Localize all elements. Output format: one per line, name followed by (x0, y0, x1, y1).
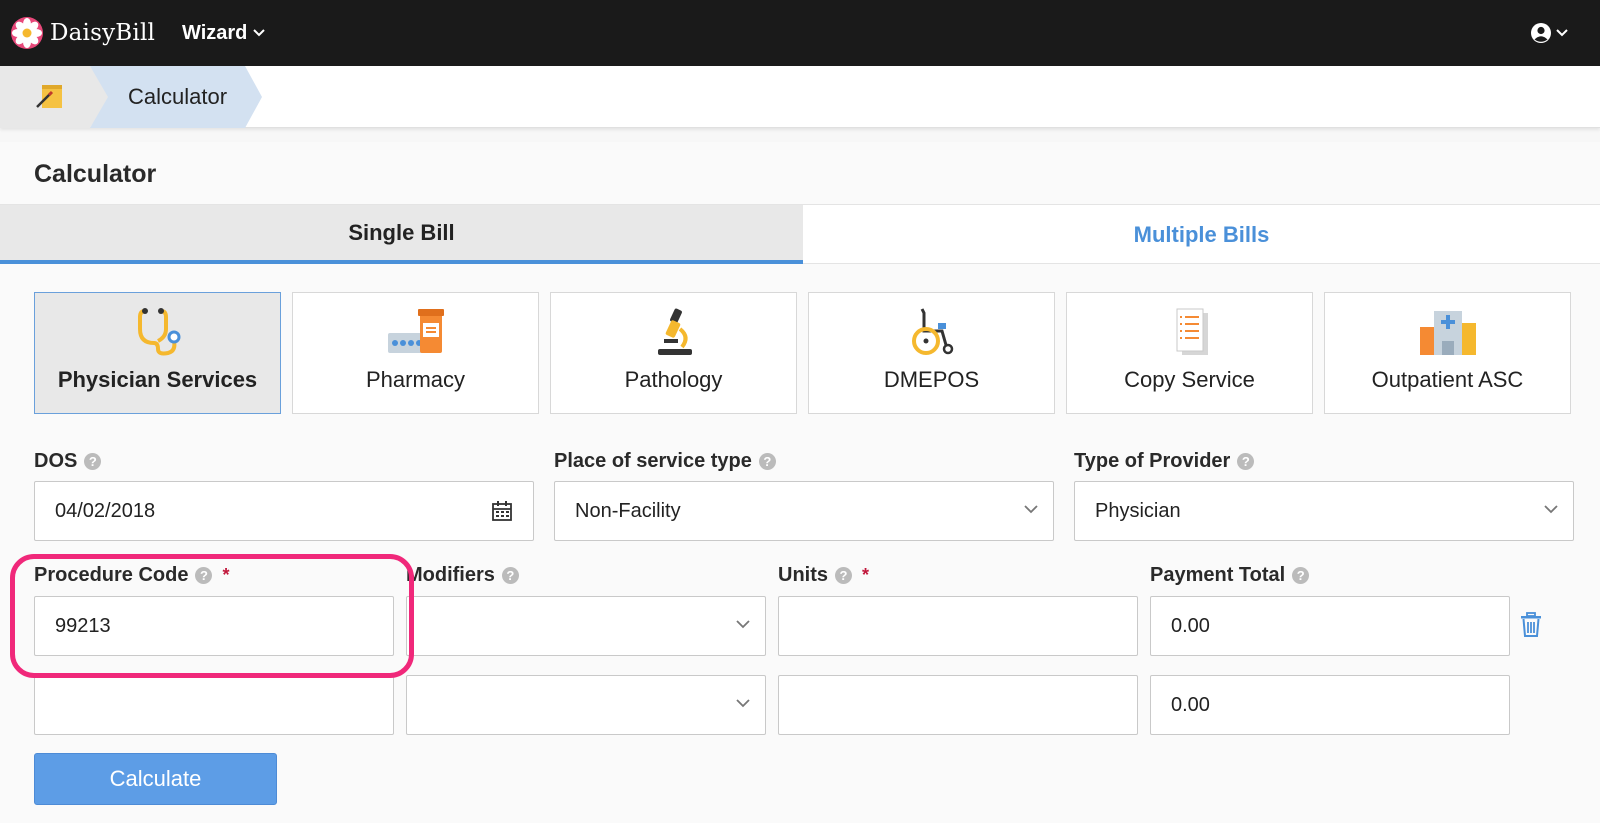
procedure-code-input[interactable]: 99213 (34, 596, 394, 656)
category-physician-services[interactable]: Physician Services (34, 292, 281, 414)
procedure-code-value: 99213 (55, 614, 111, 637)
daisy-logo-icon (11, 17, 43, 49)
top-navbar: DaisyBill Wizard (0, 0, 1600, 66)
category-copy-service[interactable]: Copy Service (1066, 292, 1313, 414)
chevron-down-icon (1544, 505, 1558, 514)
breadcrumb-current-label: Calculator (128, 84, 228, 109)
chevron-down-icon (1556, 29, 1568, 37)
stethoscope-icon (137, 308, 180, 356)
payment-total-value: 0.00 (1171, 693, 1210, 716)
tab-multiple-bills[interactable]: Multiple Bills (803, 205, 1600, 264)
payment-total-value: 0.00 (1171, 614, 1210, 637)
provider-type-label: Type of Provider ? (1074, 450, 1255, 473)
category-label: Copy Service (1124, 367, 1255, 392)
dos-label: DOS ? (34, 450, 102, 473)
modifiers-label: Modifiers ? (406, 564, 519, 587)
tab-single-bill[interactable]: Single Bill (0, 205, 803, 264)
category-label: DMEPOS (883, 367, 980, 392)
payment-total-field[interactable]: 0.00 (1150, 596, 1510, 656)
note-pencil-icon (36, 85, 62, 108)
payment-total-field[interactable]: 0.00 (1150, 675, 1510, 735)
category-label: Physician Services (57, 367, 258, 392)
units-label-text: Units (778, 564, 828, 586)
document-copy-icon (1176, 308, 1208, 355)
procedure-code-label-text: Procedure Code (34, 564, 189, 586)
tab-single-bill-label: Single Bill (348, 219, 455, 245)
category-pathology[interactable]: Pathology (550, 292, 797, 414)
category-dmepos[interactable]: DMEPOS (808, 292, 1055, 414)
pharmacy-icon (387, 309, 444, 353)
brand[interactable]: DaisyBill (10, 14, 155, 52)
category-label: Outpatient ASC (1371, 367, 1524, 392)
units-label: Units ? * (778, 564, 869, 587)
page-title: Calculator (34, 160, 157, 188)
modifiers-label-text: Modifiers (406, 564, 495, 586)
provider-type-value: Physician (1095, 499, 1181, 522)
place-of-service-label-text: Place of service type (554, 450, 752, 472)
help-icon[interactable]: ? (1237, 453, 1255, 470)
chevron-down-icon (1024, 505, 1038, 514)
help-icon[interactable]: ? (195, 567, 213, 584)
help-icon[interactable]: ? (84, 453, 102, 470)
category-label: Pharmacy (365, 367, 466, 392)
microscope-icon (657, 308, 692, 355)
place-of-service-value: Non-Facility (575, 499, 681, 522)
required-mark: * (862, 565, 870, 585)
required-mark: * (222, 565, 230, 585)
help-icon[interactable]: ? (501, 567, 519, 584)
tab-multiple-bills-label: Multiple Bills (1133, 221, 1270, 247)
chevron-down-icon (736, 699, 750, 708)
dos-label-text: DOS (34, 450, 78, 472)
service-categories: Physician Services Pharmacy Pathology DM… (34, 292, 1574, 414)
bill-tabs: Single Bill Multiple Bills (0, 204, 1600, 264)
payment-total-label: Payment Total ? (1150, 564, 1310, 587)
procedure-code-input[interactable] (34, 675, 394, 735)
payment-total-label-text: Payment Total (1150, 564, 1286, 586)
breadcrumb: Calculator (0, 66, 1600, 128)
modifier-select[interactable] (406, 596, 766, 656)
trash-icon[interactable] (1519, 612, 1543, 638)
calculate-button[interactable]: Calculate (34, 753, 277, 805)
calendar-icon[interactable] (491, 500, 513, 522)
units-input[interactable] (778, 675, 1138, 735)
category-label: Pathology (624, 367, 723, 392)
dos-field[interactable]: 04/02/2018 (34, 481, 534, 541)
breadcrumb-current[interactable]: Calculator (90, 66, 270, 128)
category-pharmacy[interactable]: Pharmacy (292, 292, 539, 414)
user-menu[interactable] (1530, 18, 1568, 48)
help-icon[interactable]: ? (835, 567, 852, 584)
provider-type-select[interactable]: Physician (1074, 481, 1574, 541)
help-icon[interactable]: ? (1292, 567, 1310, 584)
procedure-code-label: Procedure Code ? * (34, 564, 230, 587)
place-of-service-label: Place of service type ? (554, 450, 776, 473)
user-account-icon (1531, 23, 1551, 43)
chevron-down-icon (736, 620, 750, 629)
wheelchair-icon (911, 308, 953, 355)
modifier-select[interactable] (406, 675, 766, 735)
brand-name: DaisyBill (50, 20, 156, 46)
units-input[interactable] (778, 596, 1138, 656)
category-outpatient-asc[interactable]: Outpatient ASC (1324, 292, 1571, 414)
dos-value: 04/02/2018 (55, 499, 156, 522)
place-of-service-select[interactable]: Non-Facility (554, 481, 1054, 541)
help-icon[interactable]: ? (758, 453, 776, 470)
chevron-down-icon (253, 29, 266, 37)
wizard-menu-label: Wizard (182, 21, 248, 44)
provider-type-label-text: Type of Provider (1074, 450, 1231, 472)
wizard-menu[interactable]: Wizard (182, 18, 266, 48)
hospital-icon (1419, 311, 1476, 355)
